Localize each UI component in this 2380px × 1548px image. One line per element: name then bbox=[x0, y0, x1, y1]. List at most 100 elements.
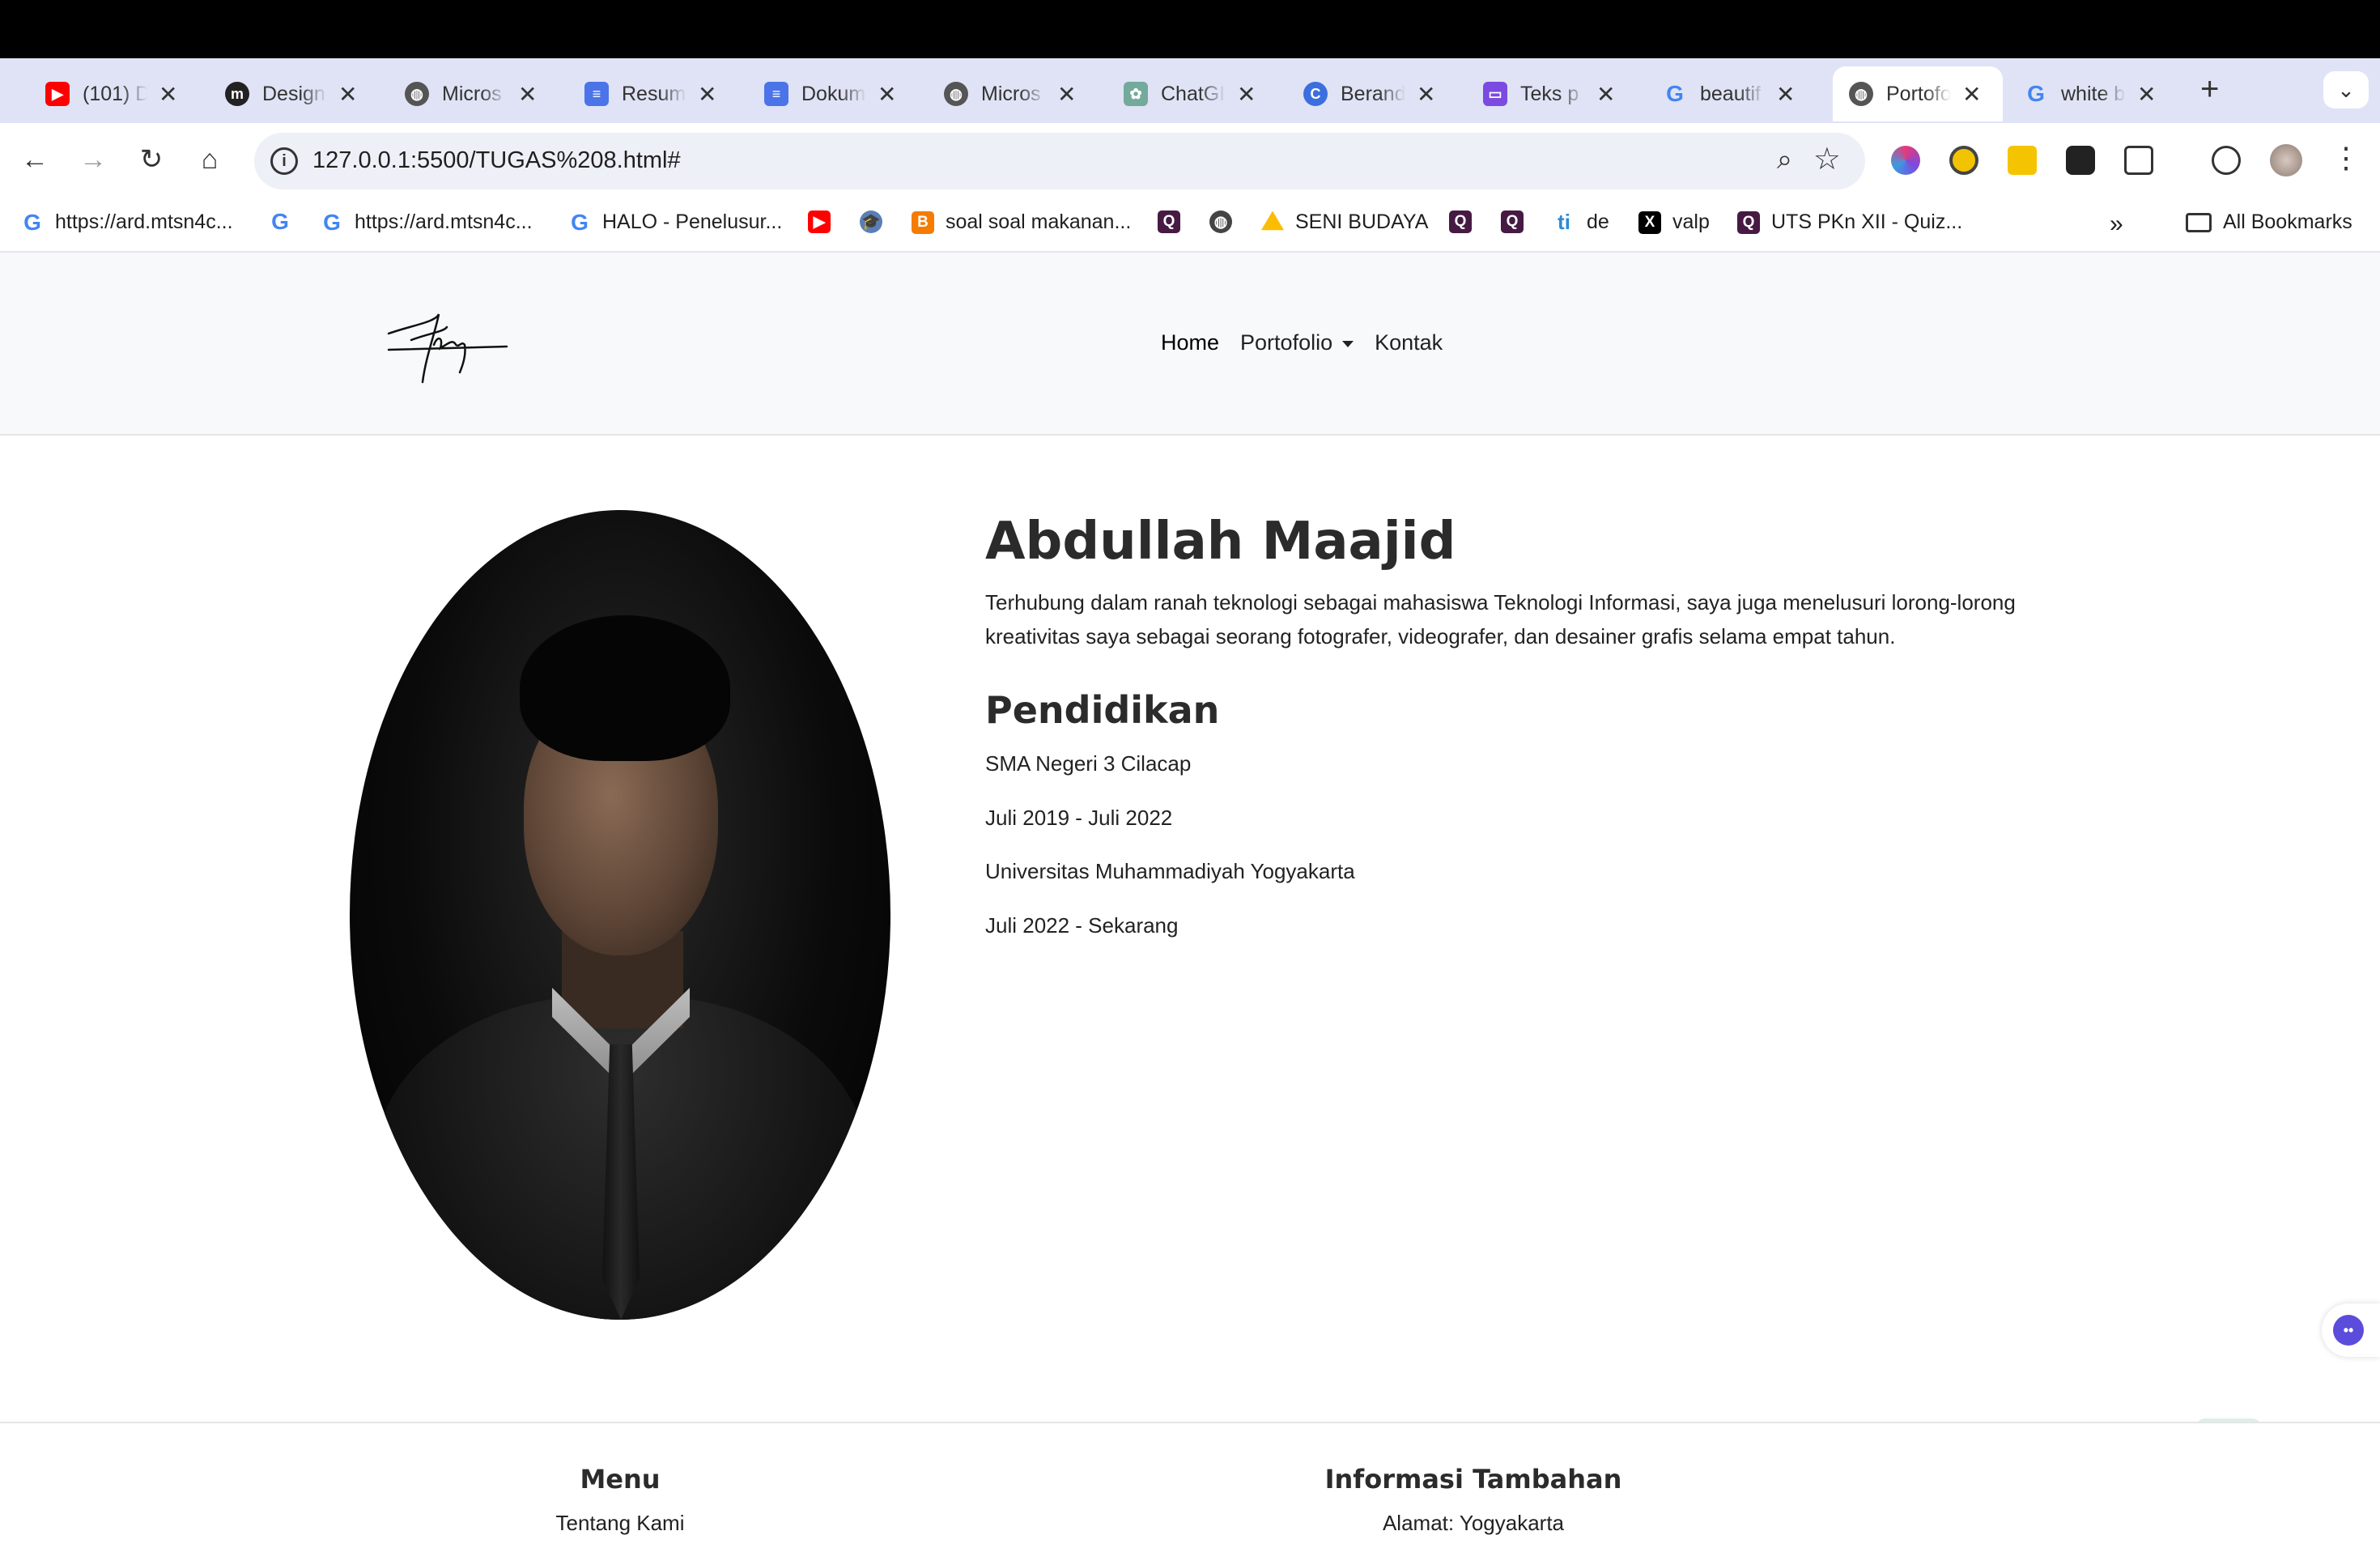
extension-coin-icon[interactable] bbox=[1949, 146, 1978, 175]
site-navbar: Home Portofolio Kontak bbox=[0, 253, 2380, 436]
tab-9[interactable]: ▭ Teks p ✕ bbox=[1467, 66, 1630, 121]
all-bookmarks-button[interactable]: All Bookmarks bbox=[2186, 211, 2352, 234]
close-icon[interactable]: ✕ bbox=[698, 81, 716, 108]
tab-search-button[interactable]: ⌄ bbox=[2323, 71, 2369, 108]
tab-7[interactable]: ✿ ChatGI ✕ bbox=[1107, 66, 1270, 121]
globe-icon: ◍ bbox=[1209, 211, 1232, 233]
tab-title: Teks p bbox=[1520, 82, 1579, 105]
education-university: Universitas Muhammadiyah Yogyakarta bbox=[985, 859, 1355, 883]
bookmark-item[interactable]: ti de bbox=[1553, 210, 1609, 234]
close-icon[interactable]: ✕ bbox=[159, 81, 177, 108]
profile-name: Abdullah Maajid bbox=[985, 512, 1456, 572]
extension-binance-icon[interactable] bbox=[2008, 146, 2037, 175]
education-school-period: Juli 2019 - Juli 2022 bbox=[985, 806, 1173, 830]
close-icon[interactable]: ✕ bbox=[1057, 81, 1076, 108]
more-menu-icon[interactable]: ⋮ bbox=[2331, 141, 2361, 175]
quizizz-icon: Q bbox=[1737, 211, 1760, 234]
extensions-puzzle-icon[interactable] bbox=[2124, 146, 2153, 175]
bookmark-item[interactable]: Q bbox=[1501, 211, 1535, 233]
bookmark-item[interactable]: Q bbox=[1158, 211, 1192, 233]
google-icon: G bbox=[323, 209, 341, 235]
bookmark-item[interactable]: Q UTS PKn XII - Quiz... bbox=[1737, 211, 1962, 234]
nav-contact[interactable]: Kontak bbox=[1375, 330, 1443, 355]
bookmark-item[interactable]: Ghttps://ard.mtsn4c... bbox=[321, 209, 532, 235]
bookmark-item[interactable]: 🎓 bbox=[860, 211, 894, 233]
tab-strip: ▶ (101) D ✕ m Design ✕ ◍ Micros ✕ ≡ Resum ✕ ≡ Dok… bbox=[0, 58, 2380, 159]
side-assistant-button[interactable]: •• bbox=[2322, 1303, 2380, 1357]
tab-8[interactable]: C Berand ✕ bbox=[1287, 66, 1450, 121]
reload-button[interactable]: ↻ bbox=[133, 141, 170, 178]
tab-6[interactable]: ◍ Micros ✕ bbox=[928, 66, 1090, 121]
main-nav: Home Portofolio Kontak bbox=[1161, 330, 1443, 355]
close-icon[interactable]: ✕ bbox=[1237, 81, 1256, 108]
tab-title: white b bbox=[2061, 82, 2126, 105]
education-university-period: Juli 2022 - Sekarang bbox=[985, 913, 1179, 938]
bookmark-item[interactable]: Xvalp bbox=[1638, 211, 1710, 234]
tab-10[interactable]: Gbeautif ✕ bbox=[1647, 66, 1809, 121]
bookmark-item[interactable]: ◍ bbox=[1209, 211, 1243, 233]
tab-title: Berand bbox=[1341, 82, 1405, 105]
bookmark-item[interactable]: ▶ bbox=[808, 211, 842, 233]
google-icon: G bbox=[1666, 81, 1684, 106]
bookmark-star-icon[interactable]: ☆ bbox=[1813, 141, 1841, 177]
chevron-double-right-icon: » bbox=[2110, 211, 2123, 237]
close-icon[interactable]: ✕ bbox=[1417, 81, 1435, 108]
close-icon[interactable]: ✕ bbox=[518, 81, 537, 108]
bookmark-item[interactable]: G bbox=[269, 209, 303, 234]
tab-title: Micros bbox=[981, 82, 1041, 105]
education-title: Pendidikan bbox=[985, 688, 1220, 732]
info-icon[interactable]: i bbox=[270, 147, 298, 175]
globe-icon: ◍ bbox=[944, 82, 968, 106]
folder-icon bbox=[2186, 212, 2212, 232]
nav-portfolio-dropdown[interactable]: Portofolio bbox=[1240, 330, 1354, 355]
bookmark-label: https://ard.mtsn4c... bbox=[55, 211, 233, 233]
tab-title: ChatGI bbox=[1161, 82, 1226, 105]
google-icon: G bbox=[2027, 81, 2045, 106]
extension-color-icon[interactable] bbox=[1891, 146, 1920, 175]
tab-3[interactable]: ◍ Micros ✕ bbox=[389, 66, 551, 121]
tab-1[interactable]: ▶ (101) D ✕ bbox=[29, 66, 192, 121]
signature-logo[interactable] bbox=[387, 308, 508, 389]
close-icon[interactable]: ✕ bbox=[1776, 81, 1795, 108]
bookmark-item[interactable]: Q bbox=[1449, 211, 1483, 233]
extension-ninja-icon[interactable] bbox=[2066, 146, 2095, 175]
nav-home[interactable]: Home bbox=[1161, 330, 1219, 355]
close-icon[interactable]: ✕ bbox=[878, 81, 896, 108]
youtube-icon: ▶ bbox=[45, 82, 70, 106]
arrow-left-icon: ← bbox=[21, 143, 49, 175]
footer-info: Informasi Tambahan Alamat: Yogyakarta bbox=[1295, 1464, 1651, 1536]
tab-title: (101) D bbox=[83, 82, 147, 105]
performance-icon[interactable] bbox=[2212, 146, 2241, 175]
tab-5[interactable]: ≡ Dokum ✕ bbox=[748, 66, 911, 121]
globe-icon: ◍ bbox=[405, 82, 429, 106]
bookmark-item[interactable]: SENI BUDAYA bbox=[1261, 211, 1428, 234]
address-bar[interactable]: i 127.0.0.1:5500/TUGAS%208.html# ⌕ ☆ bbox=[254, 133, 1865, 189]
assistant-face-icon: •• bbox=[2333, 1315, 2364, 1346]
chevron-down-icon: ⌄ bbox=[2337, 77, 2355, 102]
url-text[interactable]: 127.0.0.1:5500/TUGAS%208.html# bbox=[312, 147, 681, 174]
forward-button[interactable]: → bbox=[74, 141, 112, 178]
bookmarks-overflow-button[interactable]: » bbox=[2110, 211, 2123, 238]
tab-2[interactable]: m Design ✕ bbox=[209, 66, 372, 121]
footer-about-link[interactable]: Tentang Kami bbox=[539, 1511, 701, 1536]
zoom-icon[interactable]: ⌕ bbox=[1777, 144, 1792, 176]
tab-11-active[interactable]: ◍ Portofo ✕ bbox=[1833, 66, 2003, 121]
bookmark-item[interactable]: Bsoal soal makanan... bbox=[912, 211, 1131, 234]
bookmark-item[interactable]: G HALO - Penelusur... bbox=[568, 210, 782, 235]
close-icon[interactable]: ✕ bbox=[1962, 81, 1981, 108]
home-button[interactable]: ⌂ bbox=[191, 141, 228, 178]
close-icon[interactable]: ✕ bbox=[338, 81, 357, 108]
close-icon[interactable]: ✕ bbox=[1596, 81, 1615, 108]
caret-down-icon bbox=[1342, 340, 1354, 347]
profile-avatar-icon[interactable] bbox=[2270, 144, 2302, 176]
home-icon: ⌂ bbox=[201, 143, 219, 175]
bookmark-item[interactable]: Ghttps://ard.mtsn4c... bbox=[21, 210, 233, 235]
back-button[interactable]: ← bbox=[16, 141, 53, 178]
new-tab-button[interactable]: + bbox=[2200, 71, 2219, 108]
close-icon[interactable]: ✕ bbox=[2137, 81, 2156, 108]
google-icon: G bbox=[271, 209, 289, 234]
tab-12[interactable]: Gwhite b ✕ bbox=[2008, 66, 2170, 121]
nav-portfolio-label: Portofolio bbox=[1240, 330, 1333, 355]
bookmarks-bar: Ghttps://ard.mtsn4c... G Ghttps://ard.mt… bbox=[0, 196, 2380, 253]
tab-4[interactable]: ≡ Resum ✕ bbox=[568, 66, 731, 121]
